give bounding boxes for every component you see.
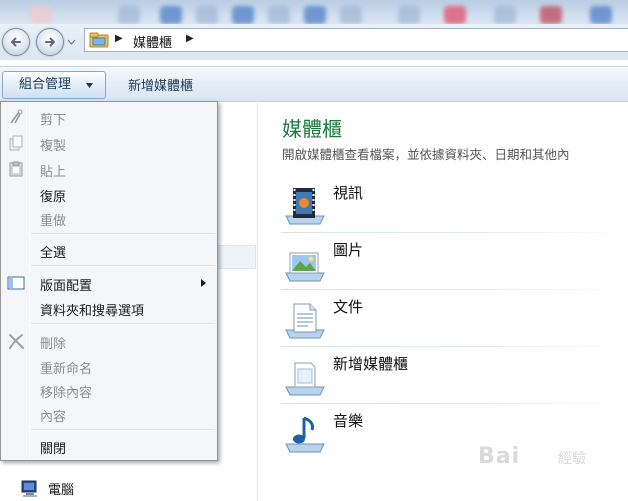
navigation-bar: ▶ 媒體櫃 ▶ xyxy=(0,24,628,60)
layout-icon xyxy=(7,276,25,290)
menu-item-label: 內容 xyxy=(40,410,67,425)
menu-item-layout[interactable]: 版面配置 xyxy=(3,272,215,294)
computer-icon xyxy=(21,480,37,497)
menu-item-properties[interactable]: 內容 xyxy=(3,403,215,425)
breadcrumb-separator[interactable]: ▶ xyxy=(186,33,194,44)
library-item-pictures[interactable]: 圖片 xyxy=(281,233,628,290)
menu-item-remove-properties[interactable]: 移除內容 xyxy=(3,379,215,401)
menu-item-label: 貼上 xyxy=(40,165,67,180)
menu-item-copy[interactable]: 複製 xyxy=(3,132,215,154)
video-library-icon xyxy=(285,188,325,225)
arrow-right-icon xyxy=(45,37,55,47)
dropdown-arrow-icon xyxy=(86,83,93,88)
menu-item-label: 資料夾和搜尋選項 xyxy=(40,304,145,319)
breadcrumb-separator[interactable]: ▶ xyxy=(115,33,123,44)
forward-button[interactable] xyxy=(36,28,64,56)
recent-pages-dropdown-icon[interactable] xyxy=(67,38,76,46)
arrow-left-icon xyxy=(11,37,21,47)
menu-item-label: 剪下 xyxy=(40,113,67,128)
music-library-icon xyxy=(285,416,325,453)
menu-item-label: 全選 xyxy=(40,246,67,261)
menu-separator xyxy=(31,265,215,267)
menu-item-label: 版面配置 xyxy=(40,279,93,294)
menu-item-paste[interactable]: 貼上 xyxy=(3,158,215,180)
organize-button[interactable]: 組合管理 xyxy=(2,71,106,99)
menu-item-label: 關閉 xyxy=(40,442,67,457)
library-label: 視訊 xyxy=(333,184,364,202)
back-button[interactable] xyxy=(2,28,30,56)
library-label: 音樂 xyxy=(333,412,364,430)
organize-menu: 剪下 複製 貼上 復原 重做 全選 版面配置 資料夾和搜尋選項 刪除 重新命名 … xyxy=(0,101,218,461)
new-library-icon xyxy=(285,362,325,396)
selected-nav-row[interactable] xyxy=(218,245,256,269)
breadcrumb-libraries[interactable]: 媒體櫃 xyxy=(133,32,172,51)
library-label: 新增媒體櫃 xyxy=(333,355,409,373)
address-bar[interactable]: ▶ 媒體櫃 ▶ xyxy=(84,28,628,52)
menu-item-delete[interactable]: 刪除 xyxy=(3,330,215,352)
watermark-text: Bai xyxy=(478,444,521,469)
menu-item-close[interactable]: 關閉 xyxy=(3,435,215,457)
library-item-new-library[interactable]: 新增媒體櫃 xyxy=(281,347,628,404)
menu-item-label: 重新命名 xyxy=(40,362,93,377)
paste-icon xyxy=(9,161,23,177)
nav-item-computer[interactable]: 電腦 xyxy=(20,479,74,498)
libraries-folder-icon xyxy=(89,32,109,48)
library-item-documents[interactable]: 文件 xyxy=(281,290,628,347)
delete-x-icon xyxy=(9,334,24,349)
menu-item-undo[interactable]: 復原 xyxy=(3,183,215,205)
menu-item-label: 移除內容 xyxy=(40,386,93,401)
submenu-arrow-icon xyxy=(201,279,206,287)
library-label: 文件 xyxy=(333,298,364,316)
new-library-button[interactable]: 新增媒體櫃 xyxy=(128,75,193,94)
menu-item-label: 復原 xyxy=(40,190,67,205)
command-bar: 組合管理 新增媒體櫃 xyxy=(0,66,628,102)
watermark-subtext: 經驗 xyxy=(558,451,586,467)
menu-item-redo[interactable]: 重做 xyxy=(3,207,215,229)
menu-item-label: 複製 xyxy=(40,139,67,154)
menu-item-label: 重做 xyxy=(40,214,67,229)
menu-item-label: 刪除 xyxy=(40,337,67,352)
menu-item-cut[interactable]: 剪下 xyxy=(3,106,215,128)
menu-separator xyxy=(31,429,215,431)
organize-label: 組合管理 xyxy=(19,77,72,92)
page-title: 媒體櫃 xyxy=(282,117,342,141)
menu-item-select-all[interactable]: 全選 xyxy=(3,239,215,261)
scissors-icon xyxy=(10,109,23,124)
page-description: 開啟媒體櫃查看檔案，並依據資料夾、日期和其他內 xyxy=(282,147,570,162)
menu-separator xyxy=(31,233,215,235)
computer-label: 電腦 xyxy=(48,483,75,498)
pictures-library-icon xyxy=(285,252,325,282)
menu-item-rename[interactable]: 重新命名 xyxy=(3,355,215,377)
copy-icon xyxy=(9,135,23,151)
library-item-video[interactable]: 視訊 xyxy=(281,176,628,233)
documents-library-icon xyxy=(285,303,325,339)
baidu-watermark-logo: Bai 經驗 xyxy=(478,434,598,474)
menu-separator xyxy=(31,323,215,325)
menu-item-folder-search-options[interactable]: 資料夾和搜尋選項 xyxy=(3,297,215,319)
library-label: 圖片 xyxy=(333,241,364,259)
